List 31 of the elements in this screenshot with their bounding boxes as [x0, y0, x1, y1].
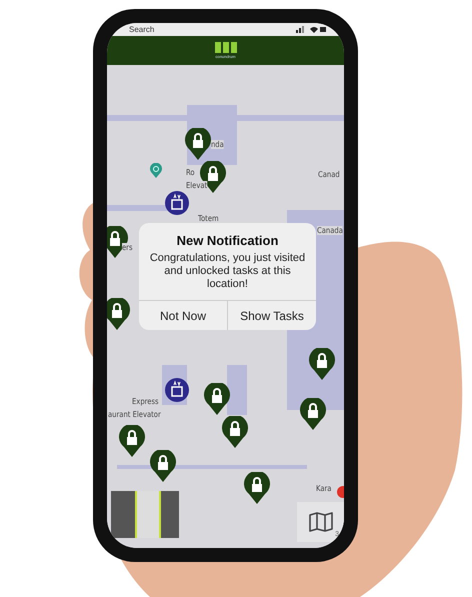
map-label: Totem — [198, 214, 219, 223]
map-label: Elevat — [186, 181, 208, 190]
logo-icon — [214, 42, 236, 53]
dialog-message: Congratulations, you just visited and unlocked tasks at this location! — [149, 252, 306, 291]
dialog-button[interactable]: Show Tasks — [227, 301, 316, 330]
signal-icon — [296, 26, 326, 33]
lock-pin-icon[interactable] — [204, 383, 230, 415]
lock-pin-icon[interactable] — [300, 398, 326, 430]
lock-pin-icon[interactable] — [119, 425, 145, 457]
lock-pin-icon[interactable] — [244, 472, 270, 504]
map-label: Express — [132, 397, 159, 406]
map-label: Canada — [317, 226, 343, 235]
map-label: nda — [211, 140, 224, 149]
map-label: Canad — [318, 170, 340, 179]
elevator-icon[interactable] — [165, 378, 189, 402]
minimap-thumbnail[interactable] — [111, 491, 179, 538]
map-icon — [309, 512, 333, 532]
map-label: Ro — [186, 168, 195, 177]
elevator-icon[interactable] — [165, 191, 189, 215]
map-label: aurant Elevator — [108, 410, 161, 419]
lock-pin-icon[interactable] — [222, 416, 248, 448]
back-link[interactable]: Search — [129, 25, 154, 34]
map-label: Kara — [316, 484, 332, 493]
location-pin-icon[interactable] — [150, 163, 162, 178]
map-label: ers — [122, 243, 133, 252]
dialog-button[interactable]: Not Now — [139, 301, 227, 330]
dialog-title: New Notification — [176, 233, 278, 248]
lock-pin-icon[interactable] — [150, 450, 176, 482]
lock-pin-icon[interactable] — [185, 128, 211, 160]
lock-pin-icon[interactable] — [309, 348, 335, 380]
lock-pin-icon[interactable] — [107, 298, 130, 330]
